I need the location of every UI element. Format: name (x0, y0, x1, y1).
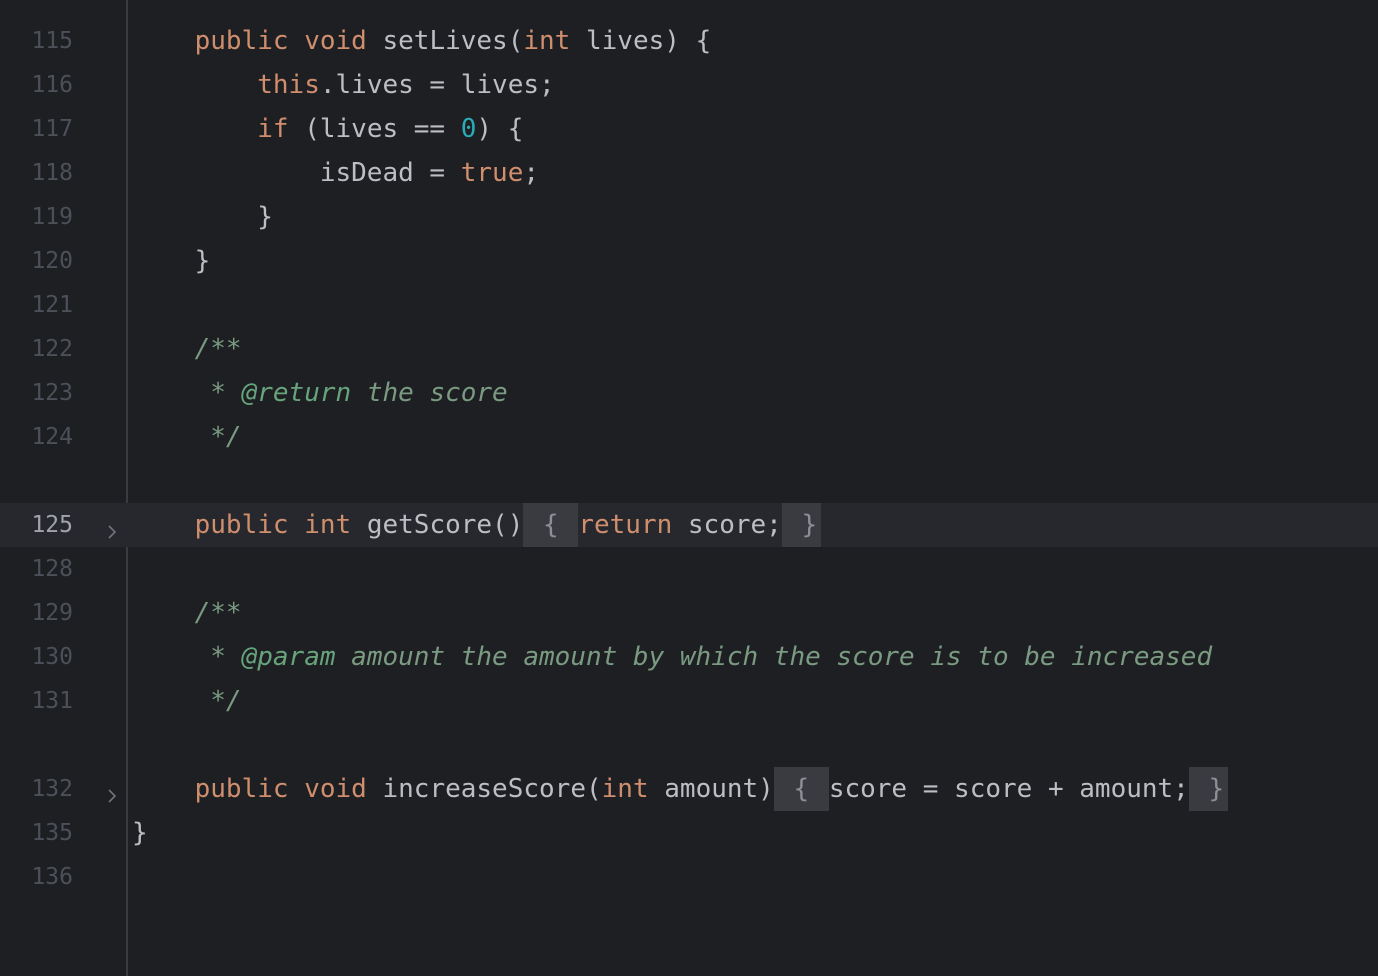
line-number[interactable]: 129 (0, 591, 73, 635)
code-text[interactable]: */ (132, 415, 241, 459)
chevron-right-icon[interactable] (104, 781, 120, 803)
line-number[interactable]: 116 (0, 63, 73, 107)
code-line-129[interactable]: 129 /** (0, 591, 1378, 635)
code-text[interactable]: } (132, 239, 211, 283)
code-line-125[interactable]: 125 public int getScore() { return score… (0, 503, 1378, 547)
code-text[interactable]: /** (132, 591, 242, 635)
code-text[interactable]: public void increaseScore(int amount) { … (132, 767, 1229, 811)
code-line-128[interactable]: 128 (0, 547, 1378, 591)
line-number[interactable]: 136 (0, 855, 73, 899)
code-text[interactable]: } (132, 195, 273, 239)
code-line-123[interactable]: 123 * @return the score (0, 371, 1378, 415)
line-number[interactable]: 123 (0, 371, 73, 415)
code-line-131[interactable]: 131 */ (0, 679, 1378, 723)
code-line-116[interactable]: 116 this.lives = lives; (0, 63, 1378, 107)
chevron-right-icon[interactable] (104, 517, 120, 539)
code-line-132[interactable]: 132 public void increaseScore(int amount… (0, 767, 1378, 811)
code-line-121[interactable]: 121 (0, 283, 1378, 327)
folded-region-close[interactable]: } (781, 503, 822, 547)
code-line-120[interactable]: 120 } (0, 239, 1378, 283)
code-text[interactable]: this.lives = lives; (132, 63, 554, 107)
line-number[interactable]: 118 (0, 151, 73, 195)
folded-region-open[interactable]: { (773, 767, 829, 811)
line-number[interactable]: 117 (0, 107, 73, 151)
code-line-135[interactable]: 135 } (0, 811, 1378, 855)
code-text[interactable]: */ (132, 679, 241, 723)
code-line-122[interactable]: 122 /** (0, 327, 1378, 371)
code-text[interactable]: /** (132, 327, 242, 371)
folded-region-close[interactable]: } (1188, 767, 1229, 811)
line-number[interactable]: 119 (0, 195, 73, 239)
code-line-130[interactable]: 130 * @param amount the amount by which … (0, 635, 1378, 679)
line-number[interactable]: 132 (0, 767, 73, 811)
code-text[interactable]: if (lives == 0) { (132, 107, 523, 151)
code-line-117[interactable]: 117 if (lives == 0) { (0, 107, 1378, 151)
line-number[interactable]: 124 (0, 415, 73, 459)
line-number[interactable]: 131 (0, 679, 73, 723)
code-text[interactable]: isDead = true; (132, 151, 539, 195)
code-line-119[interactable]: 119 } (0, 195, 1378, 239)
line-number[interactable]: 122 (0, 327, 73, 371)
line-number[interactable]: 135 (0, 811, 73, 855)
code-line-115[interactable]: 115 public void setLives(int lives) { (0, 19, 1378, 63)
line-number[interactable]: 115 (0, 19, 73, 63)
code-text[interactable]: public int getScore() { return score; } (132, 503, 822, 547)
line-number[interactable]: 125 (0, 503, 73, 547)
line-number[interactable]: 128 (0, 547, 73, 591)
line-number[interactable]: 120 (0, 239, 73, 283)
code-line-124[interactable]: 124 */ (0, 415, 1378, 459)
code-text[interactable]: * @return the score (132, 371, 507, 415)
code-line-118[interactable]: 118 isDead = true; (0, 151, 1378, 195)
code-text[interactable]: } (132, 811, 148, 855)
line-number[interactable]: 121 (0, 283, 73, 327)
line-number[interactable]: 130 (0, 635, 73, 679)
code-text[interactable]: * @param amount the amount by which the … (132, 635, 1212, 679)
code-text[interactable]: public void setLives(int lives) { (132, 19, 712, 63)
code-line-136[interactable]: 136 (0, 855, 1378, 899)
folded-region-open[interactable]: { (523, 503, 579, 547)
